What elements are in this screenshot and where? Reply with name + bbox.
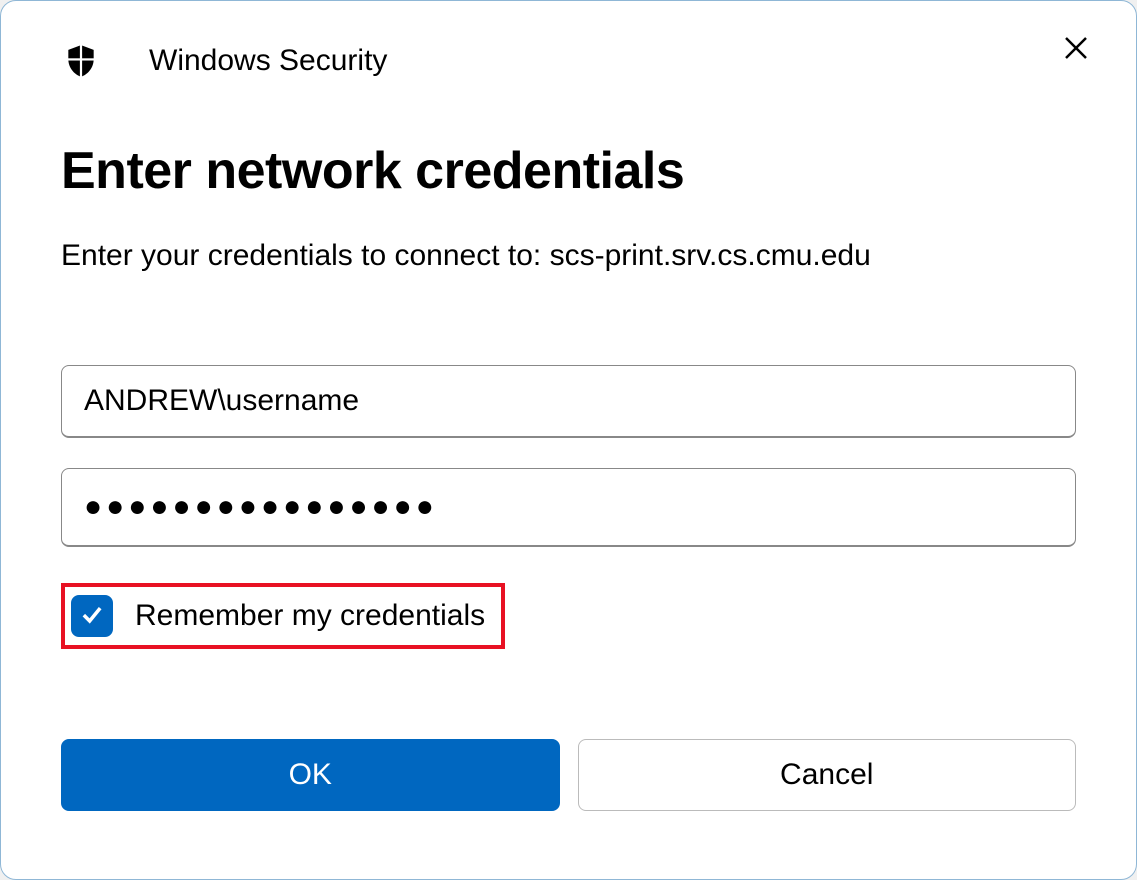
password-input[interactable]: ●●●●●●●●●●●●●●●● xyxy=(61,468,1076,547)
ok-button[interactable]: OK xyxy=(61,739,560,811)
check-icon xyxy=(78,600,106,633)
close-icon xyxy=(1061,33,1091,66)
dialog-subheading: Enter your credentials to connect to: sc… xyxy=(61,239,1076,273)
titlebar-title: Windows Security xyxy=(149,44,387,78)
username-input[interactable] xyxy=(61,365,1076,438)
titlebar: Windows Security xyxy=(1,1,1136,81)
close-button[interactable] xyxy=(1056,29,1096,69)
dialog-heading: Enter network credentials xyxy=(61,141,1076,201)
cancel-button[interactable]: Cancel xyxy=(578,739,1077,811)
shield-icon xyxy=(61,41,101,81)
dialog-content: Enter network credentials Enter your cre… xyxy=(1,81,1136,649)
button-row: OK Cancel xyxy=(1,739,1136,811)
remember-credentials-checkbox[interactable] xyxy=(71,595,113,637)
remember-credentials-row[interactable]: Remember my credentials xyxy=(61,583,505,649)
remember-credentials-label: Remember my credentials xyxy=(135,599,495,633)
credentials-dialog: Windows Security Enter network credentia… xyxy=(0,0,1137,880)
